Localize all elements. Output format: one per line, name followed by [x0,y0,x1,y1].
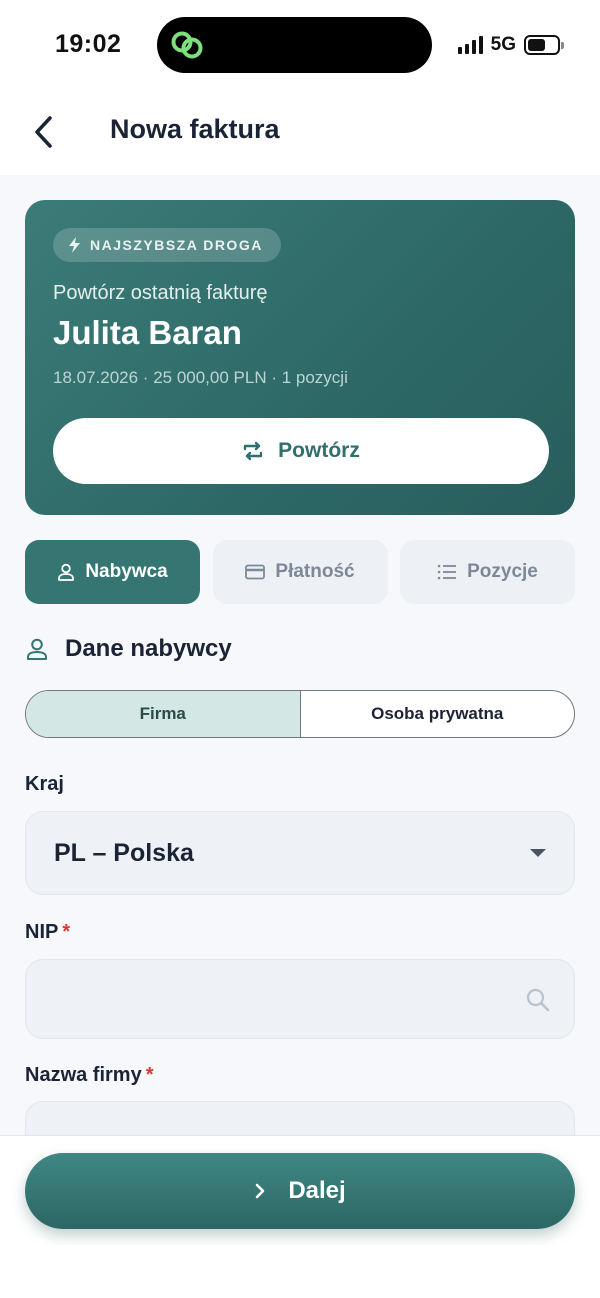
country-label-text: Kraj [25,773,64,795]
required-mark: * [145,1064,154,1086]
network-label: 5G [490,34,516,55]
status-time: 19:02 [55,30,122,58]
company-name-label-text: Nazwa firmy [25,1064,142,1086]
link-icon [171,31,203,59]
country-label: Kraj [25,773,64,796]
home-indicator-area [0,1245,600,1298]
repeat-icon [243,441,263,461]
nip-input[interactable] [26,960,574,1038]
page-title: Nowa faktura [110,114,280,144]
badge-label: NAJSZYBSZA DROGA [90,237,263,253]
next-button[interactable]: Dalej [25,1153,575,1229]
next-button-label: Dalej [288,1177,346,1204]
section-title: Dane nabywcy [25,635,232,663]
list-icon [437,564,457,580]
back-button[interactable] [24,110,64,154]
app-header: Nowa faktura [0,90,600,175]
repeat-button[interactable]: Powtórz [53,418,549,484]
country-select[interactable]: PL – Polska [25,811,575,895]
nip-label-text: NIP [25,921,59,943]
status-indicators: 5G [457,33,564,57]
buyer-type-toggle: Firma Osoba prywatna [25,690,575,738]
repeat-button-label: Powtórz [278,439,360,462]
dropdown-arrow-icon [530,849,546,857]
search-icon[interactable] [524,986,552,1014]
battery-icon [524,35,564,55]
user-icon [58,563,75,581]
tab-platnosc[interactable]: Płatność [212,540,388,604]
company-name-field[interactable] [25,1101,575,1135]
country-value: PL – Polska [54,838,194,867]
tab-pozycje[interactable]: Pozycje [400,540,575,604]
user-icon [27,638,47,660]
nip-label: NIP * [25,921,70,944]
required-mark: * [62,921,71,943]
buyer-type-private[interactable]: Osoba prywatna [301,691,575,737]
tab-label: Pozycje [467,561,538,582]
company-name-input[interactable] [26,1102,574,1135]
section-title-text: Dane nabywcy [65,635,232,662]
buyer-type-company[interactable]: Firma [26,691,301,737]
tab-label: Nabywca [85,561,168,582]
client-name: Julita Baran [53,314,242,351]
fastest-path-badge: NAJSZYBSZA DROGA [53,228,281,262]
repeat-invoice-card: NAJSZYBSZA DROGA Powtórz ostatnią faktur… [25,200,575,515]
chevron-left-icon [35,116,52,148]
repeat-subtitle: Powtórz ostatnią fakturę [53,282,268,304]
company-name-label: Nazwa firmy * [25,1064,154,1087]
status-bar: 19:02 5G [0,0,600,90]
chevron-right-icon [256,1183,265,1199]
nip-field[interactable] [25,959,575,1039]
tab-nabywca[interactable]: Nabywca [25,540,200,604]
invoice-meta: 18.07.2026 · 25 000,00 PLN · 1 pozycji [53,368,348,387]
tab-label: Płatność [275,561,355,582]
form-content[interactable]: NAJSZYBSZA DROGA Powtórz ostatnią faktur… [0,175,600,1135]
bottom-action-bar: Dalej [0,1135,600,1245]
dynamic-island [157,17,432,73]
credit-card-icon [245,564,266,580]
signal-icon [457,36,483,54]
lightning-icon [69,237,80,253]
